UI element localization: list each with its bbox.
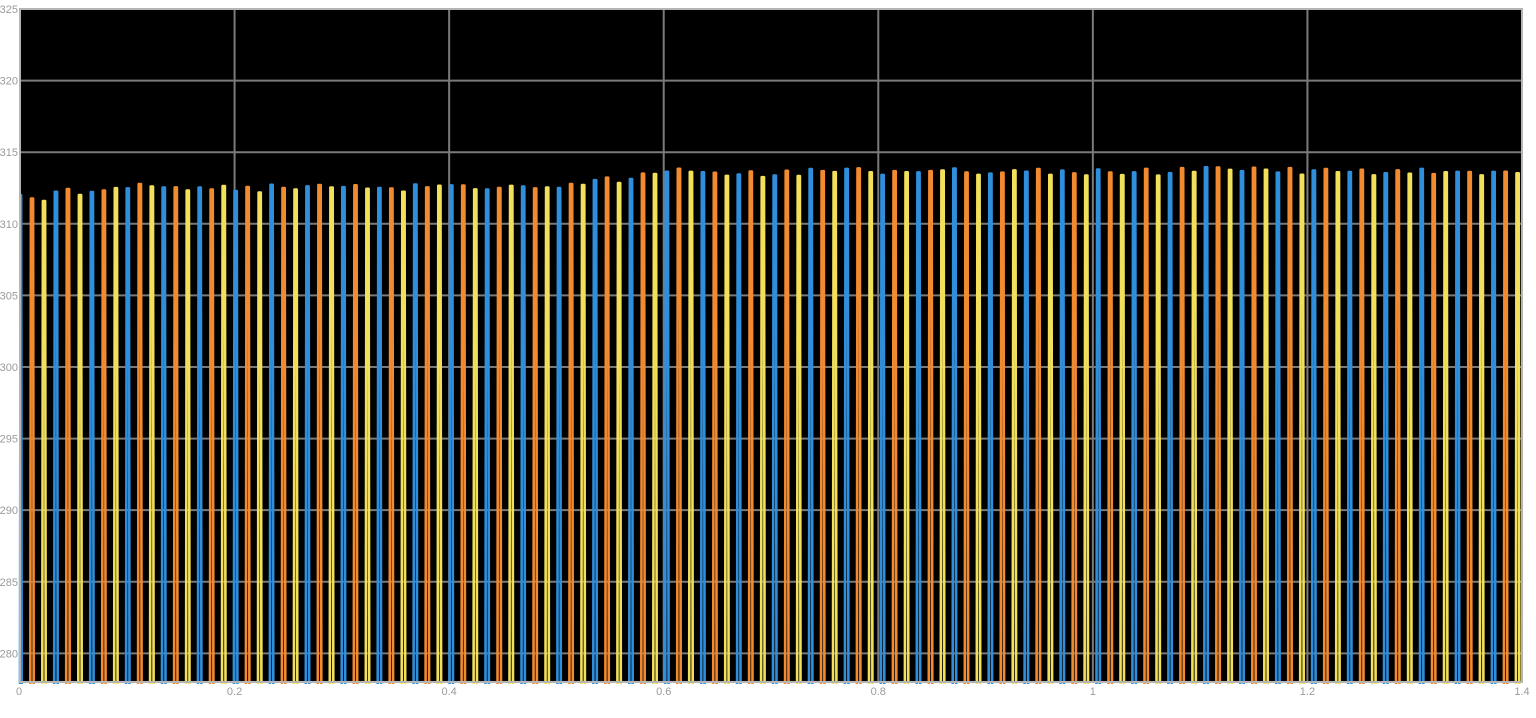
x-tick-label: 1 (1090, 686, 1096, 698)
x-tick-label: 0.2 (227, 686, 242, 698)
y-tick-label: 280 (0, 648, 18, 660)
x-tick-label: 0.8 (871, 686, 886, 698)
y-tick-label: 305 (0, 290, 18, 302)
x-tick-label: 0.6 (656, 686, 671, 698)
y-tick-label: 300 (0, 362, 18, 374)
scope-chart: 280 285 290 295 300 305 310 315 320 325 0 0.2 0.4 0.… (0, 0, 1536, 718)
x-tick-label: 0.4 (441, 686, 456, 698)
x-tick-label: 1.4 (1514, 686, 1529, 698)
x-tick-label: 0 (16, 686, 22, 698)
x-tick-label: 1.2 (1300, 686, 1315, 698)
y-tick-label: 325 (0, 4, 18, 16)
y-tick-label: 315 (0, 147, 18, 159)
y-tick-label: 320 (0, 76, 18, 88)
y-tick-label: 310 (0, 219, 18, 231)
y-tick-label: 285 (0, 577, 18, 589)
y-tick-label: 290 (0, 505, 18, 517)
y-tick-label: 295 (0, 434, 18, 446)
